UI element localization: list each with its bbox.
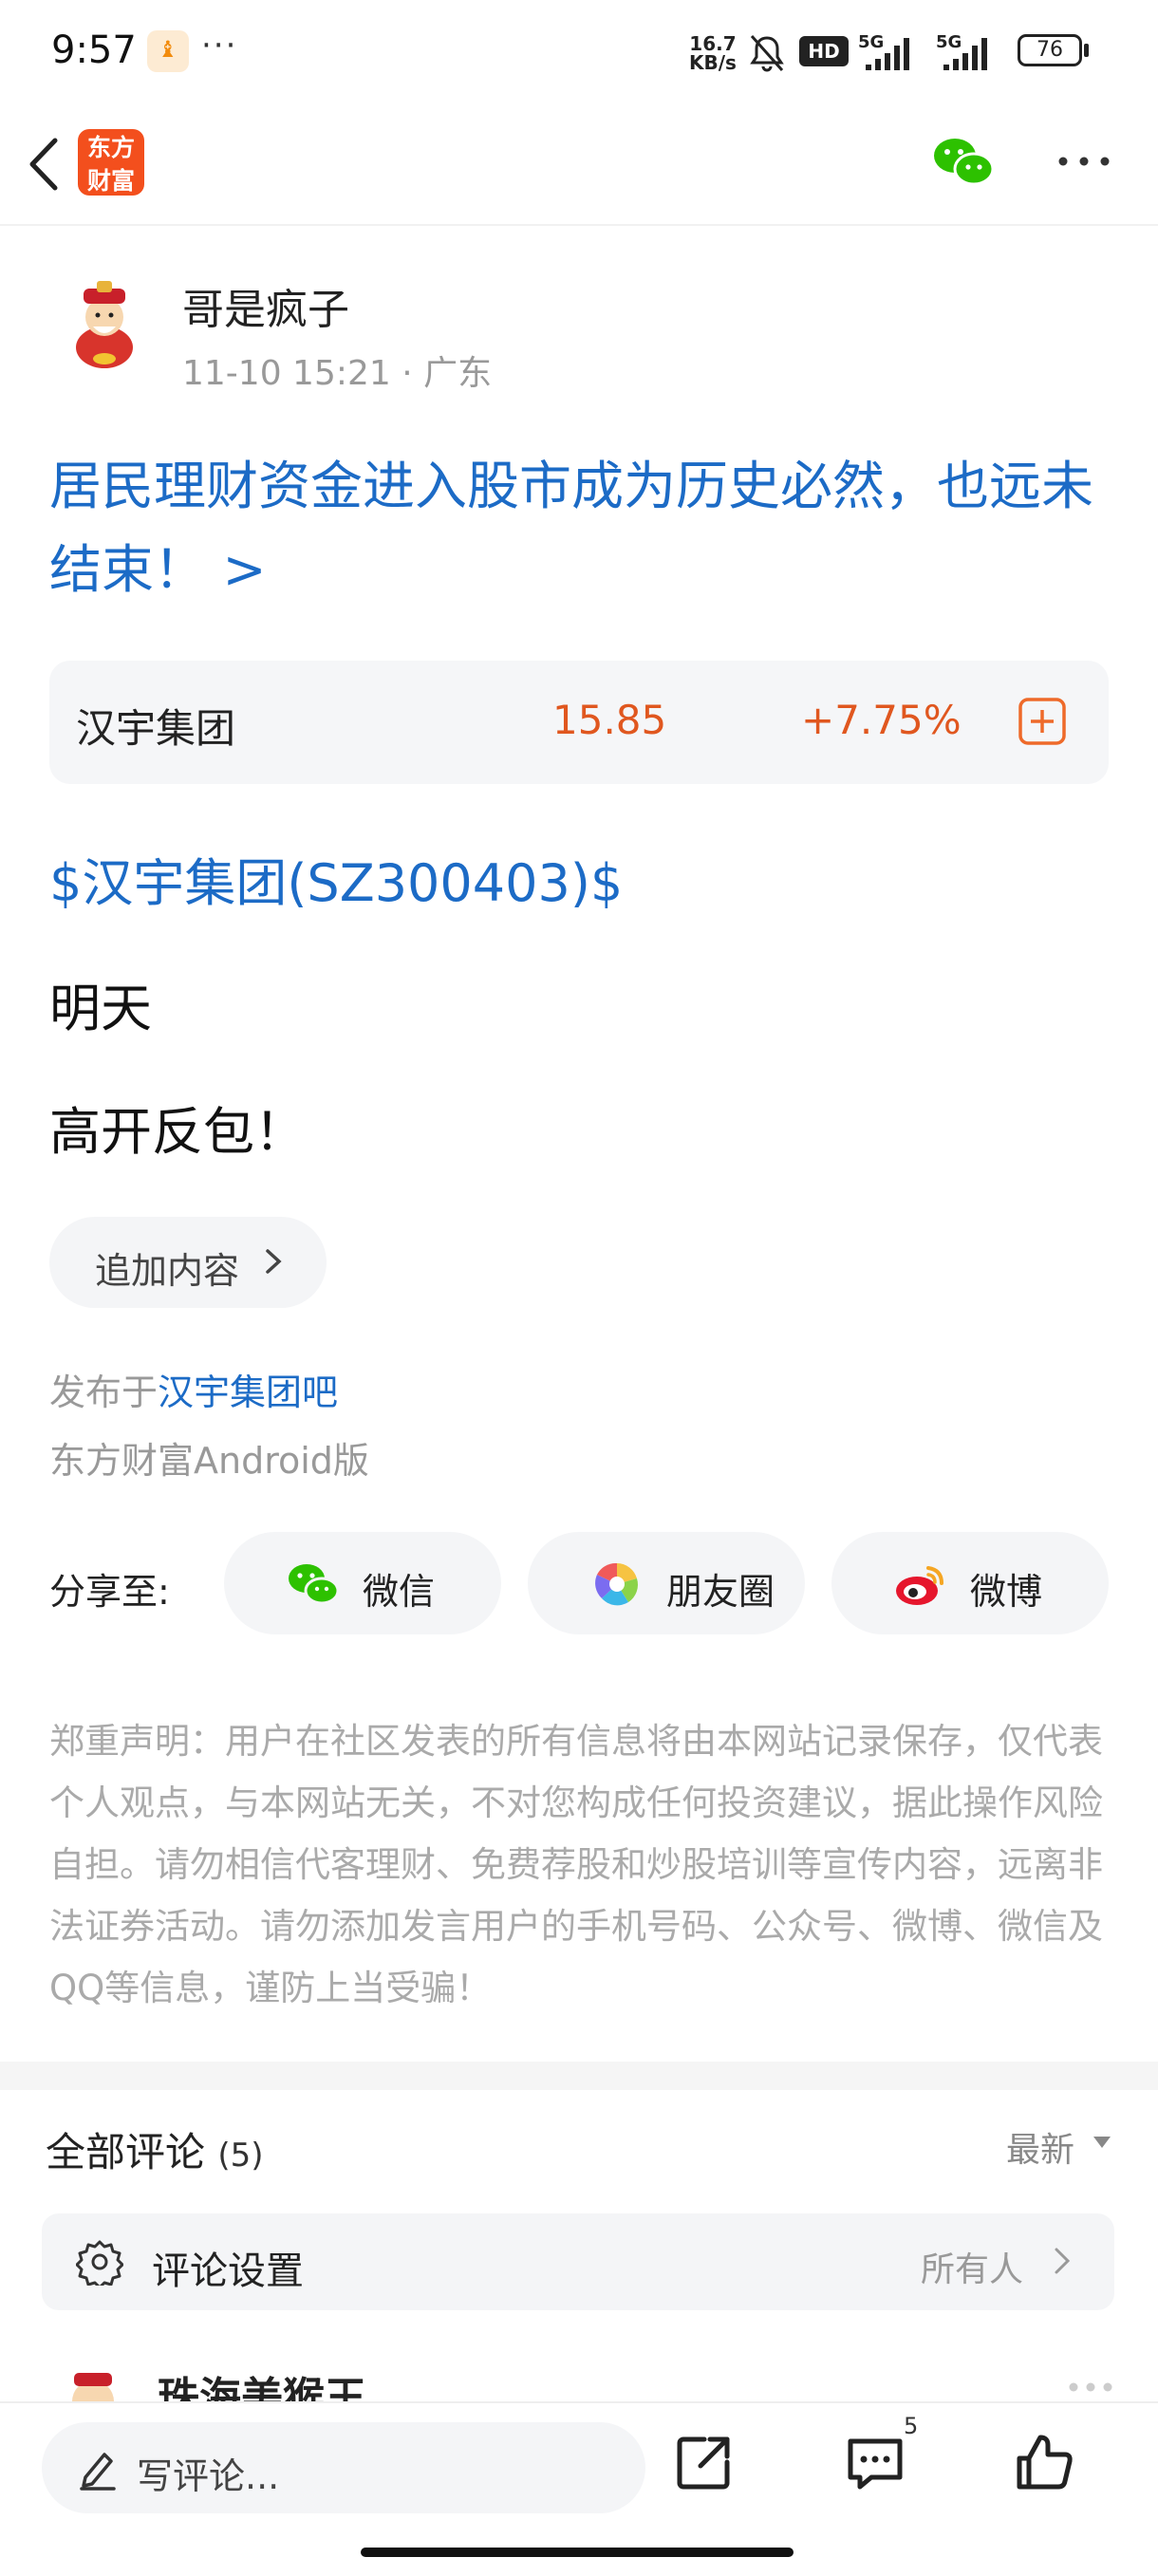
client-source: 东方财富Android版 — [49, 1440, 369, 1482]
header-divider — [0, 224, 1158, 226]
comment-count-badge: 5 — [904, 2413, 919, 2439]
notification-overflow-icon: ··· — [201, 27, 238, 65]
section-divider — [0, 2062, 1158, 2090]
comments-heading: 全部评论 (5) — [46, 2120, 264, 2178]
hd-voice-icon: HD — [799, 36, 849, 66]
network-speed: 16.7 KB/s — [689, 32, 737, 74]
disclaimer-text: 郑重声明：用户在社区发表的所有信息将由本网站记录保存，仅代表个人观点，与本网站无… — [49, 1721, 1103, 2008]
battery-tip — [1084, 44, 1089, 57]
mute-bell-icon — [750, 35, 784, 72]
post-meta: 11-10 15:21 · 广东 — [182, 345, 492, 395]
post-location: · 广东 — [390, 354, 493, 393]
add-watchlist-icon[interactable] — [1018, 697, 1067, 746]
wechat-share-icon[interactable] — [932, 133, 995, 190]
post-body-line-2: 高开反包！ — [49, 1102, 306, 1162]
status-bar: 9:57 ♝ ··· 16.7 KB/s HD 5G 5G 76 — [0, 0, 1158, 104]
caret-down-icon[interactable] — [1092, 2134, 1112, 2151]
chevron-right-icon — [266, 1249, 282, 1274]
author-avatar[interactable] — [55, 271, 154, 370]
battery-icon: 76 — [1018, 34, 1082, 66]
append-content-button[interactable]: 追加内容 — [49, 1217, 327, 1308]
stock-bar-link[interactable]: 汉宇集团吧 — [158, 1372, 338, 1413]
stock-quote-card[interactable]: 汉宇集团 15.85 +7.75% — [49, 661, 1109, 784]
post-time: 11-10 15:21 — [182, 354, 391, 393]
stock-change: +7.75% — [801, 697, 962, 743]
status-time: 9:57 — [51, 28, 137, 72]
bottom-action-bar: 写评论... 5 — [0, 2401, 1158, 2576]
share-label: 分享至: — [49, 1571, 170, 1613]
chevron-right-icon — [1055, 2248, 1071, 2274]
comments-count: (5) — [217, 2137, 264, 2175]
comment-settings-value: 所有人 — [921, 2250, 1024, 2289]
home-indicator — [361, 2548, 794, 2557]
write-comment-placeholder: 写评论... — [137, 2455, 280, 2497]
stock-name: 汉宇集团 — [76, 705, 236, 752]
signal-1-icon — [866, 38, 909, 70]
weibo-icon — [896, 1566, 943, 1605]
share-wechat-button[interactable]: 微信 — [224, 1532, 501, 1634]
post-body-line-1: 明天 — [49, 979, 152, 1038]
stock-cashtag-link[interactable]: $汉宇集团(SZ300403)$ — [49, 841, 623, 916]
wechat-icon — [289, 1564, 340, 1605]
comment-settings-row[interactable]: 评论设置 所有人 — [42, 2213, 1114, 2310]
share-wechat-label: 微信 — [363, 1571, 436, 1613]
like-icon[interactable] — [1012, 2430, 1076, 2494]
signal-2-icon — [943, 38, 987, 70]
post-title-link[interactable]: 居民理财资金进入股市成为历史必然，也远未结束！ > — [49, 444, 1122, 611]
comment-icon[interactable] — [843, 2430, 907, 2494]
share-weibo-button[interactable]: 微博 — [831, 1532, 1109, 1634]
app-logo: 东方 财富 — [78, 129, 144, 196]
append-content-label: 追加内容 — [95, 1250, 240, 1292]
comment-settings-label: 评论设置 — [152, 2249, 304, 2293]
author-name[interactable]: 哥是疯子 — [182, 275, 349, 336]
comments-title: 全部评论 — [46, 2129, 206, 2175]
published-in: 发布于汉宇集团吧 — [49, 1363, 338, 1415]
published-prefix: 发布于 — [49, 1372, 159, 1413]
back-icon[interactable] — [21, 131, 68, 197]
share-weibo-label: 微博 — [970, 1571, 1043, 1613]
moments-icon — [595, 1562, 639, 1606]
share-moments-label: 朋友圈 — [666, 1571, 775, 1613]
share-out-icon[interactable] — [672, 2430, 737, 2494]
more-options-icon[interactable] — [1054, 142, 1114, 180]
comment-more-icon[interactable] — [1067, 2380, 1114, 2394]
stock-price: 15.85 — [552, 697, 667, 743]
share-moments-button[interactable]: 朋友圈 — [528, 1532, 805, 1634]
notification-app-icon: ♝ — [147, 30, 189, 72]
gear-icon — [76, 2240, 123, 2286]
pencil-icon — [80, 2453, 116, 2491]
sort-selector[interactable]: 最新 — [1006, 2122, 1074, 2172]
write-comment-input[interactable]: 写评论... — [42, 2422, 645, 2513]
